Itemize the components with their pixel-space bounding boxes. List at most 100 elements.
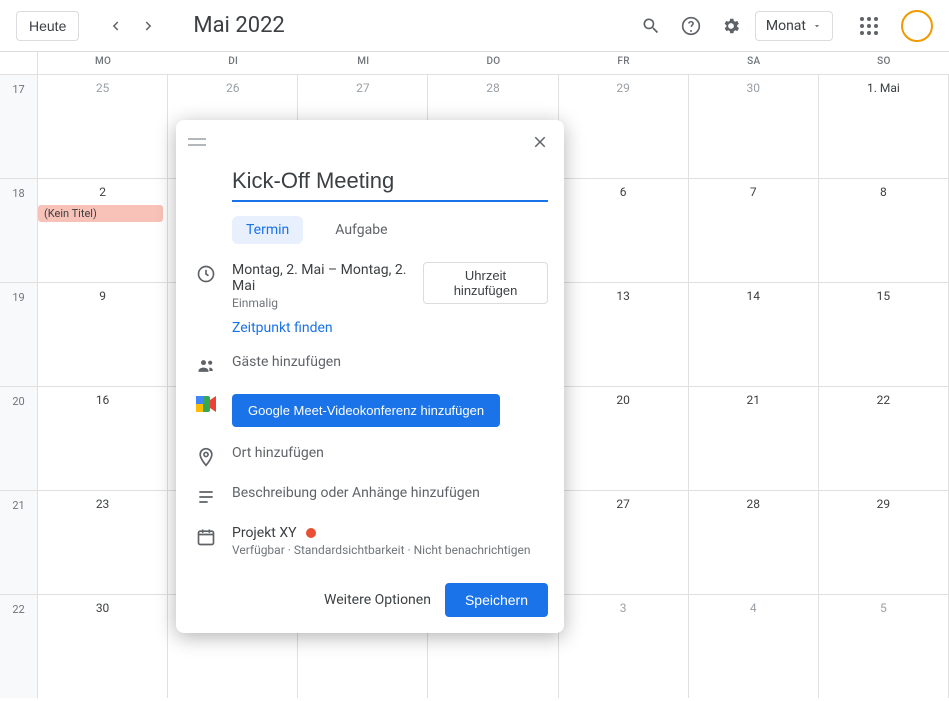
- apps-icon: [860, 17, 878, 35]
- day-cell[interactable]: 30: [689, 74, 819, 178]
- help-button[interactable]: [675, 10, 707, 42]
- search-button[interactable]: [635, 10, 667, 42]
- day-cell[interactable]: 23: [38, 490, 168, 594]
- description-icon: [192, 485, 220, 507]
- weekday-label: MO: [38, 52, 168, 74]
- today-button[interactable]: Heute: [16, 11, 79, 41]
- day-number: 16: [38, 393, 167, 407]
- gear-icon: [721, 16, 741, 36]
- add-meet-button[interactable]: Google Meet-Videokonferenz hinzufügen: [232, 394, 500, 427]
- day-cell[interactable]: 14: [689, 282, 819, 386]
- app-header: Heute Mai 2022 Monat: [0, 0, 949, 52]
- day-cell[interactable]: 25: [38, 74, 168, 178]
- day-number: 20: [559, 393, 688, 407]
- day-number: 25: [38, 81, 167, 95]
- day-number: 23: [38, 497, 167, 511]
- weekday-label: SO: [819, 52, 949, 74]
- day-cell[interactable]: 28: [689, 490, 819, 594]
- settings-button[interactable]: [715, 10, 747, 42]
- location-icon: [192, 445, 220, 467]
- search-icon: [641, 16, 661, 36]
- day-number: 9: [38, 289, 167, 303]
- weekday-header: MO DI MI DO FR SA SO: [0, 52, 949, 74]
- more-options-button[interactable]: Weitere Optionen: [324, 592, 431, 608]
- save-button[interactable]: Speichern: [445, 583, 548, 617]
- tab-termin[interactable]: Termin: [232, 216, 303, 244]
- day-cell[interactable]: 9: [38, 282, 168, 386]
- day-number: 30: [689, 81, 818, 95]
- weekday-label: DO: [428, 52, 558, 74]
- day-cell[interactable]: 20: [559, 386, 689, 490]
- guests-row[interactable]: Gäste hinzufügen: [192, 354, 548, 376]
- description-placeholder: Beschreibung oder Anhänge hinzufügen: [232, 485, 548, 501]
- day-cell[interactable]: 6: [559, 178, 689, 282]
- day-number: 26: [168, 81, 297, 95]
- event-title-input[interactable]: [232, 164, 548, 202]
- calendar-details: Verfügbar · Standardsichtbarkeit · Nicht…: [232, 543, 548, 557]
- weekday-label: DI: [168, 52, 298, 74]
- event-chip[interactable]: (Kein Titel): [38, 205, 163, 222]
- day-number: 28: [689, 497, 818, 511]
- apps-button[interactable]: [853, 10, 885, 42]
- prev-arrow-button[interactable]: [99, 10, 131, 42]
- day-cell[interactable]: 5: [819, 594, 949, 698]
- location-row[interactable]: Ort hinzufügen: [192, 445, 548, 467]
- day-number: 1. Mai: [819, 81, 948, 95]
- day-cell[interactable]: 3: [559, 594, 689, 698]
- day-cell[interactable]: 7: [689, 178, 819, 282]
- day-number: 28: [428, 81, 557, 95]
- weekday-label: SA: [689, 52, 819, 74]
- week-number: 21: [0, 490, 38, 594]
- day-number: 5: [819, 601, 948, 615]
- day-number: 14: [689, 289, 818, 303]
- event-create-dialog: Termin Aufgabe Montag, 2. Mai – Montag, …: [176, 120, 564, 633]
- day-number: 7: [689, 185, 818, 199]
- weekday-label: FR: [559, 52, 689, 74]
- day-cell[interactable]: 21: [689, 386, 819, 490]
- recurrence-label[interactable]: Einmalig: [232, 296, 423, 310]
- day-number: 2: [38, 185, 167, 199]
- find-time-link[interactable]: Zeitpunkt finden: [232, 320, 333, 336]
- day-cell[interactable]: 16: [38, 386, 168, 490]
- day-cell[interactable]: 22: [819, 386, 949, 490]
- day-number: 27: [298, 81, 427, 95]
- view-dropdown[interactable]: Monat: [755, 11, 833, 41]
- day-cell[interactable]: 4: [689, 594, 819, 698]
- month-title: Mai 2022: [193, 13, 284, 38]
- close-icon: [531, 133, 549, 151]
- dialog-header: [176, 120, 564, 164]
- day-number: 21: [689, 393, 818, 407]
- avatar[interactable]: [901, 10, 933, 42]
- location-placeholder: Ort hinzufügen: [232, 445, 548, 461]
- day-number: 15: [819, 289, 948, 303]
- day-cell[interactable]: 8: [819, 178, 949, 282]
- day-number: 29: [819, 497, 948, 511]
- day-cell[interactable]: 29: [559, 74, 689, 178]
- calendar-row[interactable]: Projekt XY Verfügbar · Standardsichtbark…: [192, 525, 548, 557]
- day-cell[interactable]: 1. Mai: [819, 74, 949, 178]
- close-button[interactable]: [524, 126, 556, 158]
- week-number: 20: [0, 386, 38, 490]
- day-cell[interactable]: 15: [819, 282, 949, 386]
- next-arrow-button[interactable]: [133, 10, 165, 42]
- description-row[interactable]: Beschreibung oder Anhänge hinzufügen: [192, 485, 548, 507]
- day-cell[interactable]: 27: [559, 490, 689, 594]
- tab-aufgabe[interactable]: Aufgabe: [321, 216, 401, 244]
- day-cell[interactable]: 2 (Kein Titel): [38, 178, 168, 282]
- drag-handle-icon[interactable]: [184, 133, 210, 151]
- day-cell[interactable]: 30: [38, 594, 168, 698]
- clock-icon: [192, 262, 220, 284]
- dialog-actions: Weitere Optionen Speichern: [176, 569, 564, 633]
- day-cell[interactable]: 29: [819, 490, 949, 594]
- event-date-range[interactable]: Montag, 2. Mai – Montag, 2. Mai: [232, 262, 423, 294]
- day-number: 3: [559, 601, 688, 615]
- day-cell[interactable]: 13: [559, 282, 689, 386]
- week-number: 18: [0, 178, 38, 282]
- week-number: 17: [0, 74, 38, 178]
- weekday-label: MI: [298, 52, 428, 74]
- view-label: Monat: [766, 18, 806, 34]
- day-number: 6: [559, 185, 688, 199]
- add-time-button[interactable]: Uhrzeit hinzufügen: [423, 262, 548, 304]
- day-number: 27: [559, 497, 688, 511]
- week-number: 22: [0, 594, 38, 698]
